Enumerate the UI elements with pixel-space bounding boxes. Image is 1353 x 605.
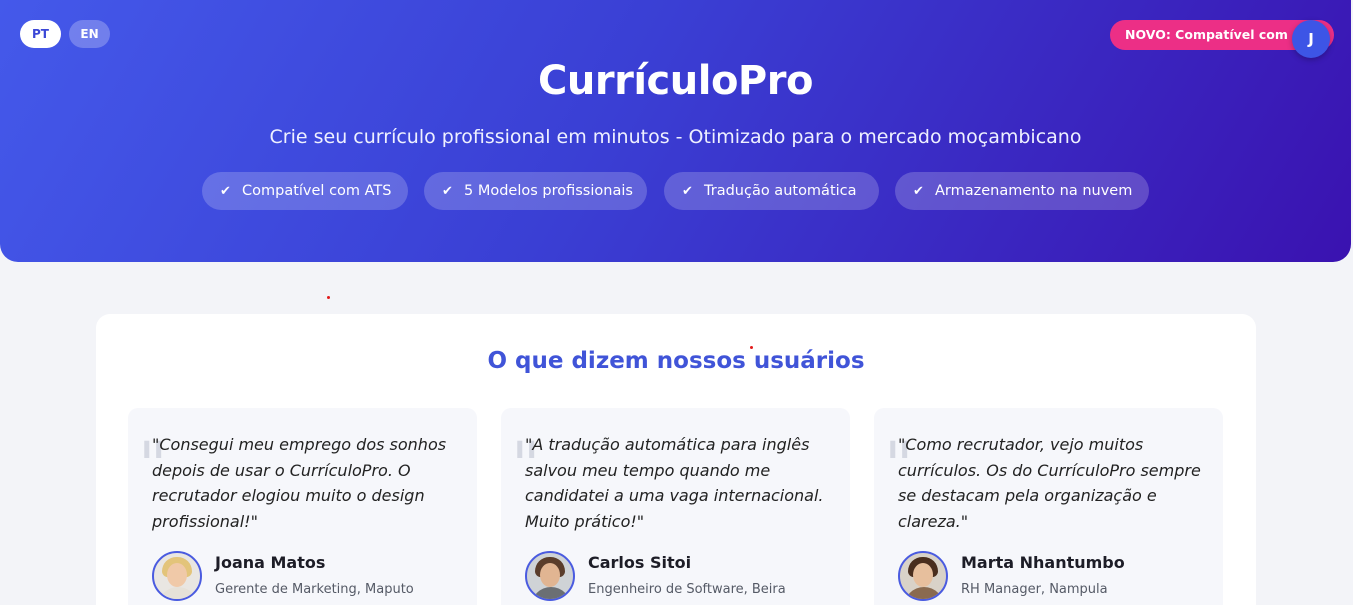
feature-chip-cloud: ✔ Armazenamento na nuvem <box>895 172 1149 210</box>
testimonial-card: " "A tradução automática para inglês sal… <box>501 408 850 605</box>
feature-chip-label: Armazenamento na nuvem <box>935 183 1133 199</box>
avatar <box>152 551 202 601</box>
feature-chip-translation: ✔ Tradução automática <box>664 172 879 210</box>
feature-chip-label: Tradução automática <box>704 183 857 199</box>
feature-chips: ✔ Compatível com ATS ✔ 5 Modelos profissio… <box>0 172 1351 210</box>
language-pt-button[interactable]: PT <box>20 20 61 48</box>
testimonial-name: Marta Nhantumbo <box>961 553 1125 572</box>
testimonial-role: RH Manager, Nampula <box>961 582 1108 597</box>
testimonial-card: " "Como recrutador, vejo muitos currícul… <box>874 408 1223 605</box>
testimonial-card: " "Consegui meu emprego dos sonhos depoi… <box>128 408 477 605</box>
check-icon: ✔ <box>442 184 453 199</box>
check-icon: ✔ <box>913 184 924 199</box>
feature-chip-templates: ✔ 5 Modelos profissionais <box>424 172 647 210</box>
cursor-marker <box>750 346 753 349</box>
feature-chip-label: Compatível com ATS <box>242 183 392 199</box>
feature-chip-ats: ✔ Compatível com ATS <box>202 172 408 210</box>
check-icon: ✔ <box>220 184 231 199</box>
feature-chip-label: 5 Modelos profissionais <box>464 183 633 199</box>
avatar <box>525 551 575 601</box>
user-avatar-button[interactable]: J <box>1292 20 1330 58</box>
testimonial-quote: "A tradução automática para inglês salvo… <box>525 435 824 531</box>
testimonial-role: Gerente de Marketing, Maputo <box>215 582 414 597</box>
testimonial-name: Joana Matos <box>215 553 326 572</box>
testimonial-role: Engenheiro de Software, Beira <box>588 582 786 597</box>
avatar <box>898 551 948 601</box>
testimonial-name: Carlos Sitoi <box>588 553 692 572</box>
app-title: CurrículoPro <box>538 58 813 104</box>
cursor-marker <box>327 296 330 299</box>
hero-banner: PT EN NOVO: Compatível com ATS J Currícu… <box>0 0 1351 262</box>
check-icon: ✔ <box>682 184 693 199</box>
language-en-button[interactable]: EN <box>69 20 110 48</box>
testimonial-quote: "Consegui meu emprego dos sonhos depois … <box>152 435 447 531</box>
testimonials-title: O que dizem nossos usuários <box>487 348 865 374</box>
testimonial-quote: "Como recrutador, vejo muitos currículos… <box>898 435 1201 531</box>
app-subtitle: Crie seu currículo profissional em minut… <box>269 126 1082 148</box>
